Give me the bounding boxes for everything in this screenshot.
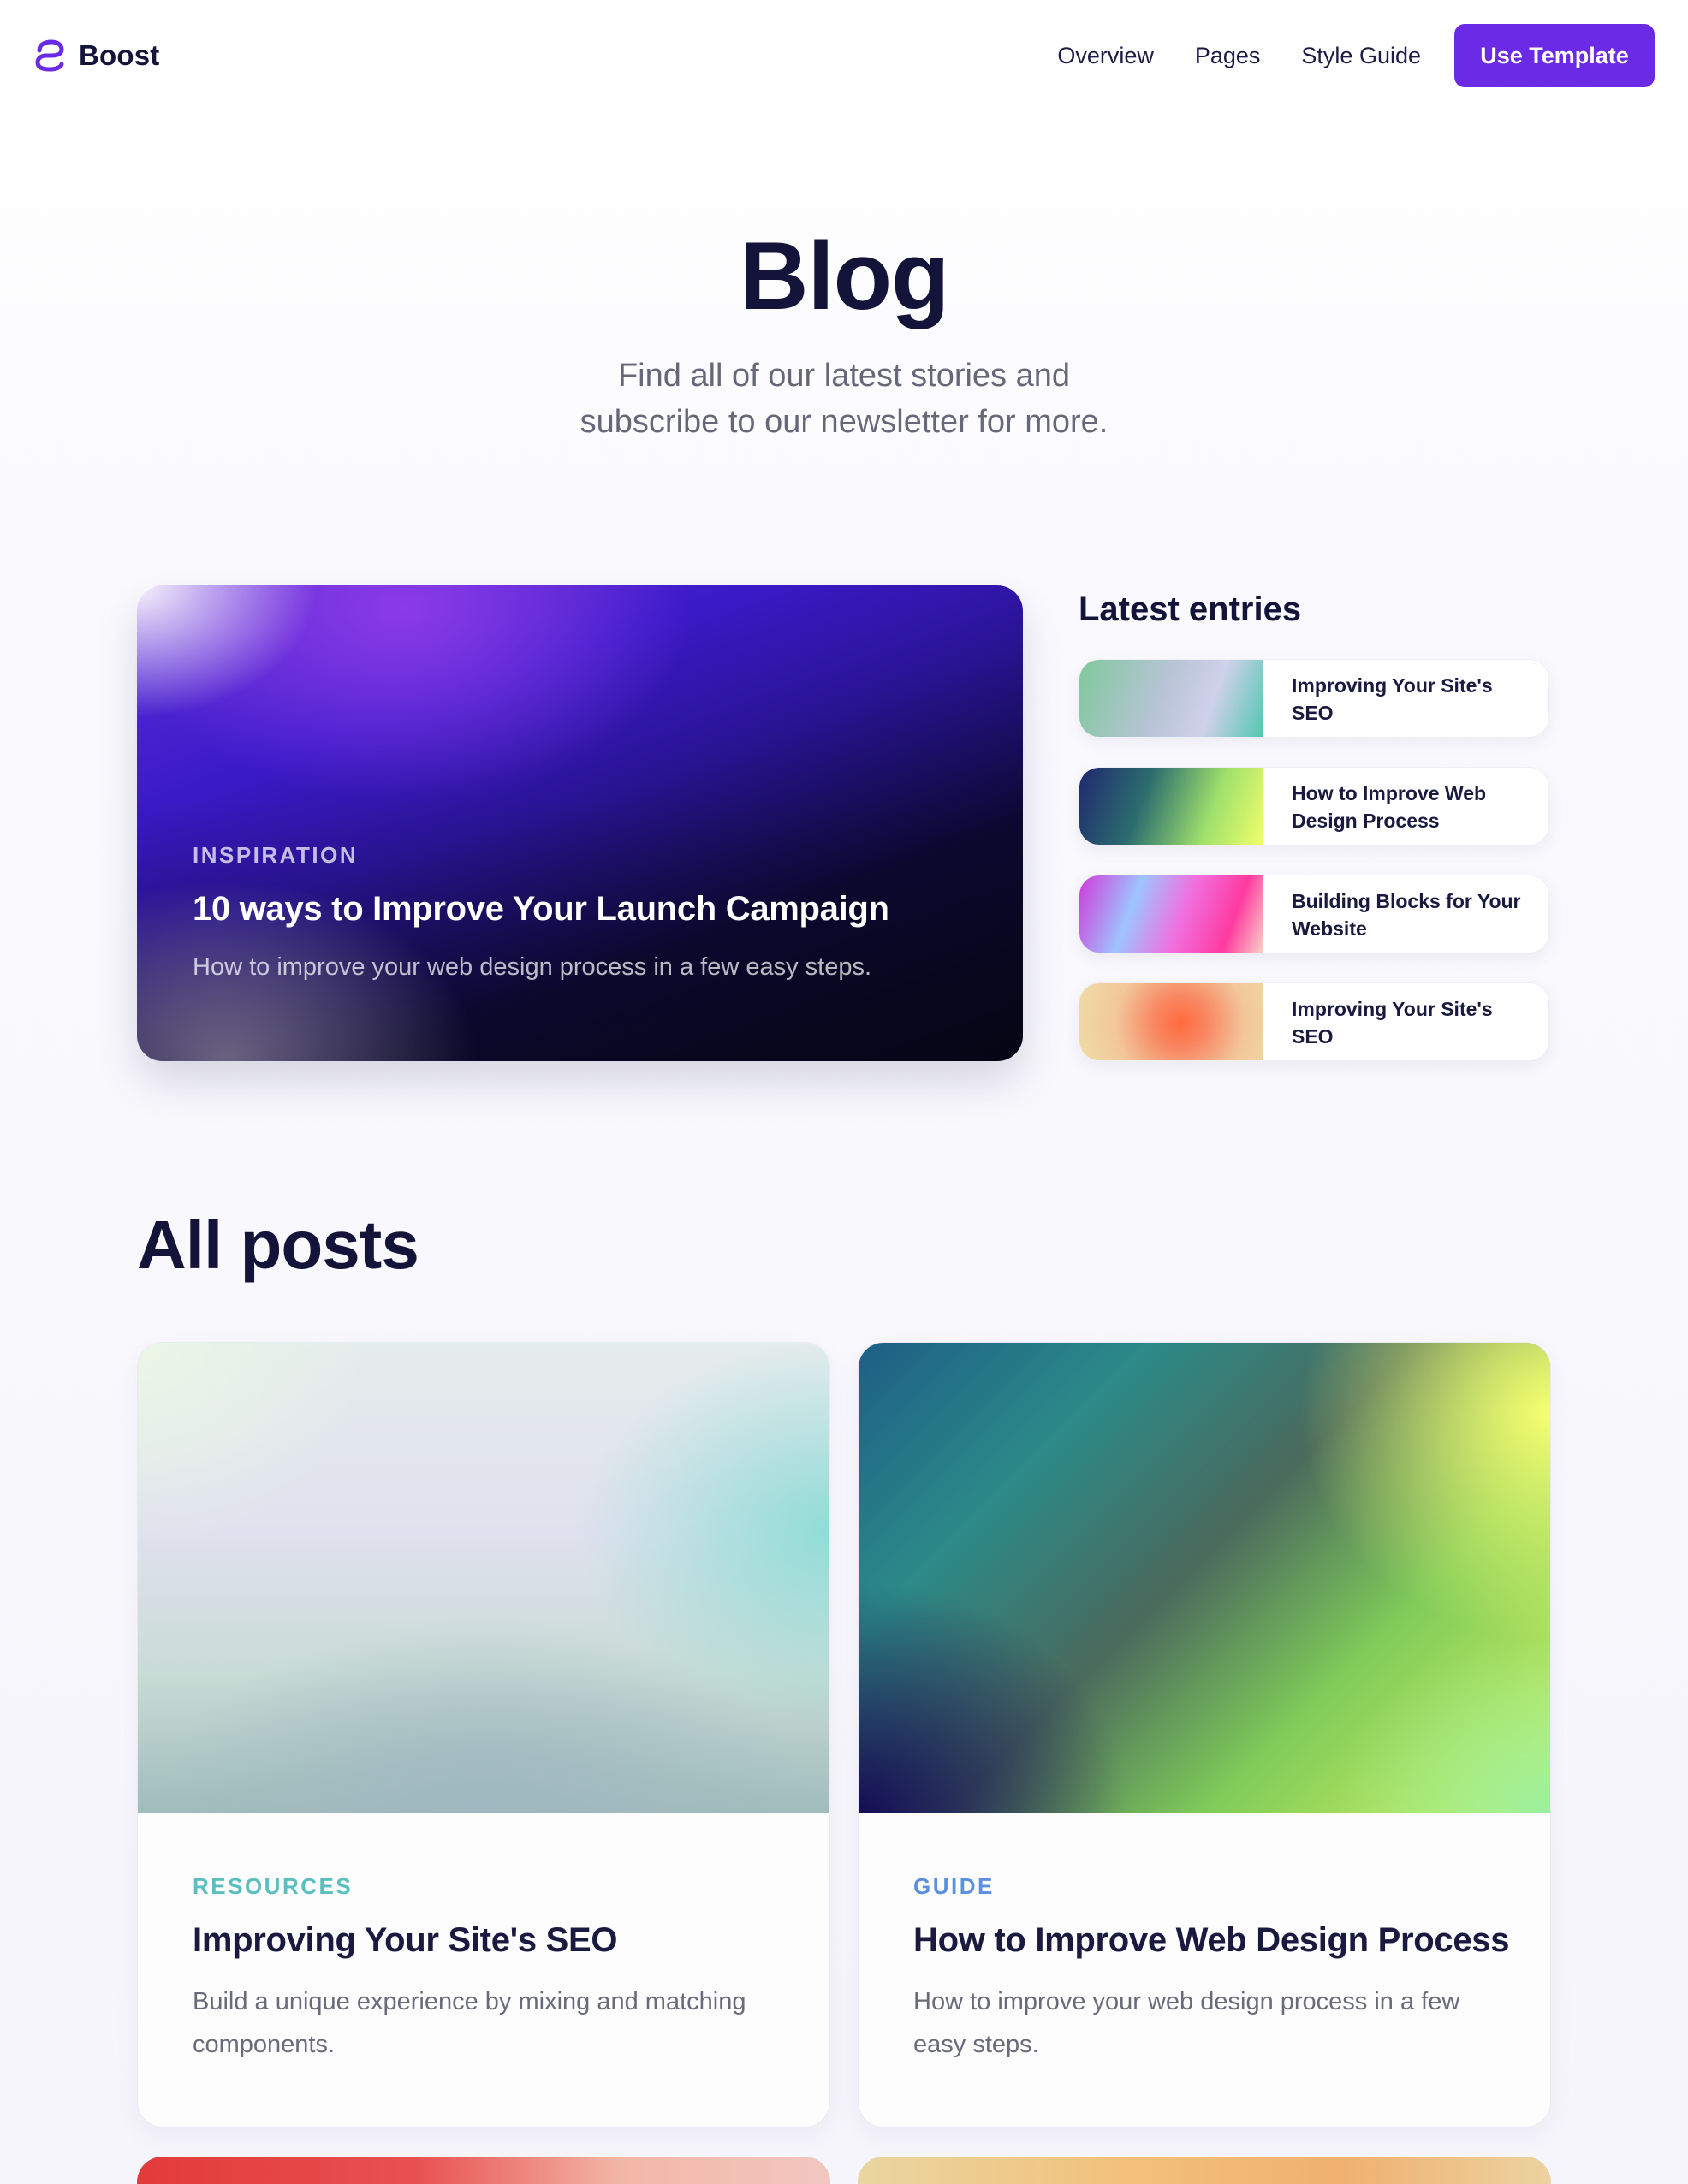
latest-entry-thumbnail: [1079, 768, 1263, 845]
page-subtitle-line-2: subscribe to our newsletter for more.: [580, 404, 1108, 440]
latest-entry-item[interactable]: Building Blocks for Your Website: [1079, 875, 1549, 953]
latest-entry-thumbnail: [1079, 875, 1263, 953]
latest-entry-item[interactable]: Improving Your Site's SEO: [1079, 659, 1549, 738]
post-title[interactable]: How to Improve Web Design Process: [913, 1918, 1510, 1962]
latest-entry-title-line-2: Design Process: [1292, 810, 1440, 832]
featured-post-title[interactable]: 10 ways to Improve Your Launch Campaign: [193, 890, 889, 929]
latest-entry-title: Improving Your Site's SEO: [1292, 995, 1531, 1050]
latest-entry-title: How to Improve Web Design Process: [1292, 780, 1531, 834]
post-card-partial[interactable]: [137, 2157, 830, 2184]
latest-entry-title-line-1: How to Improve Web: [1292, 782, 1487, 804]
nav-link-overview[interactable]: Overview: [1057, 39, 1154, 72]
nav-link-style-guide[interactable]: Style Guide: [1301, 39, 1421, 72]
post-title[interactable]: Improving Your Site's SEO: [193, 1918, 618, 1962]
latest-entry-item[interactable]: Improving Your Site's SEO: [1079, 982, 1549, 1061]
latest-entry-title: Building Blocks for Your Website: [1292, 887, 1531, 942]
post-description: How to improve your web design process i…: [913, 1988, 1460, 2058]
use-template-button[interactable]: Use Template: [1454, 24, 1655, 87]
latest-entry-title-line-1: Improving Your Site's: [1292, 998, 1493, 1020]
top-navigation: Boost Overview Pages Style Guide Use Tem…: [0, 0, 1688, 111]
post-card-partial[interactable]: [858, 2157, 1551, 2184]
all-posts-heading: All posts: [137, 1207, 419, 1283]
boost-logo-icon: [35, 39, 64, 72]
post-category: RESOURCES: [193, 1873, 354, 1899]
post-category: GUIDE: [913, 1873, 995, 1899]
latest-entry-item[interactable]: How to Improve Web Design Process: [1079, 767, 1549, 846]
post-card[interactable]: GUIDE How to Improve Web Design Process …: [858, 1342, 1551, 2128]
latest-entry-title-line-1: Improving Your Site's: [1292, 674, 1493, 697]
featured-post-category: INSPIRATION: [193, 842, 359, 868]
page-subtitle-line-1: Find all of our latest stories and: [617, 358, 1071, 394]
latest-entries-heading: Latest entries: [1079, 591, 1302, 628]
featured-post-description: How to improve your web design process i…: [193, 953, 872, 981]
featured-image-overlay: [137, 585, 1023, 1061]
latest-entry-title-line-2: Website: [1292, 917, 1367, 940]
page-title: Blog: [739, 223, 950, 329]
latest-entry-thumbnail: [1079, 660, 1263, 737]
post-cover-image: [859, 1343, 1550, 1813]
latest-entry-thumbnail: [1079, 983, 1263, 1060]
latest-entry-title-line-2: SEO: [1292, 702, 1334, 724]
page-subtitle: Find all of our latest stories and subsc…: [502, 353, 1186, 445]
latest-entry-title-line-1: Building Blocks for Your: [1292, 890, 1521, 912]
post-card[interactable]: RESOURCES Improving Your Site's SEO Buil…: [137, 1342, 830, 2128]
latest-entry-title-line-2: SEO: [1292, 1025, 1334, 1047]
nav-link-pages[interactable]: Pages: [1195, 39, 1261, 72]
brand-name: Boost: [79, 39, 160, 71]
nav-links: Overview Pages Style Guide: [1057, 39, 1421, 72]
brand-logo[interactable]: Boost: [33, 36, 160, 75]
post-cover-image: [138, 1343, 829, 1813]
latest-entry-title: Improving Your Site's SEO: [1292, 672, 1531, 727]
post-description: Build a unique experience by mixing and …: [193, 1988, 746, 2058]
featured-post-card[interactable]: INSPIRATION 10 ways to Improve Your Laun…: [137, 585, 1023, 1061]
